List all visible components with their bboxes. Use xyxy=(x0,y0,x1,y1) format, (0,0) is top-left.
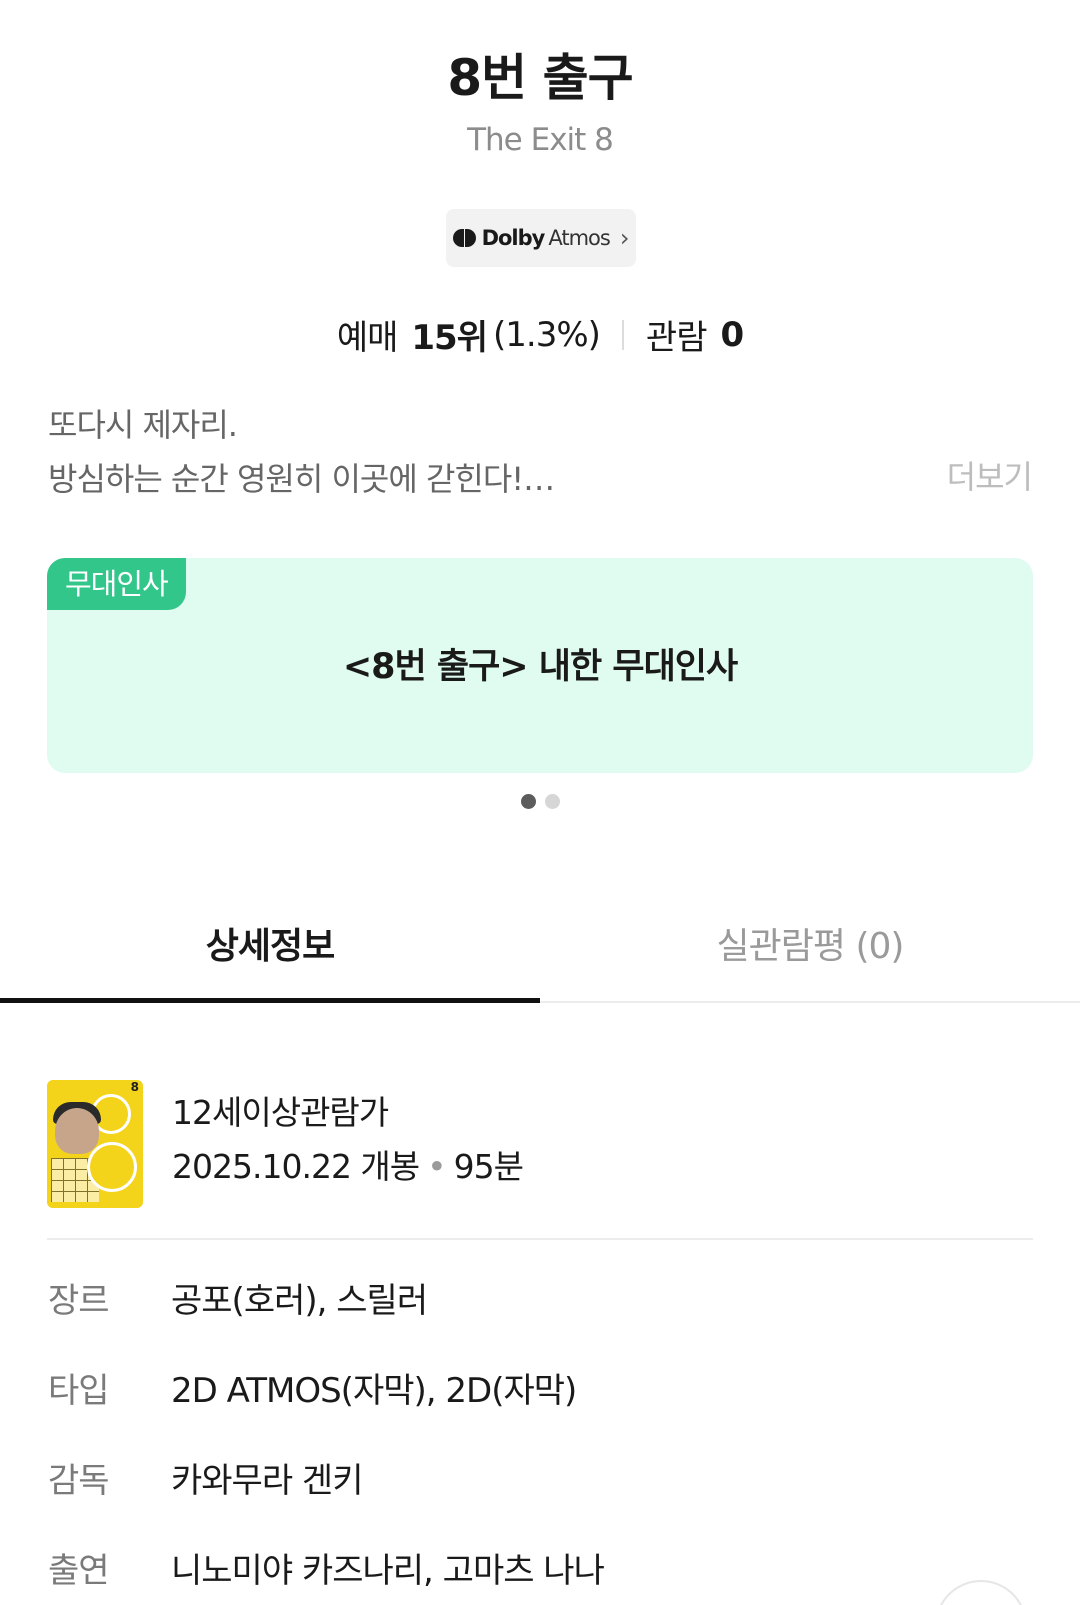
reservation-rank: 15위 xyxy=(411,318,488,358)
release-date: 2025.10.22 개봉 xyxy=(172,1147,420,1186)
banner-tag: 무대인사 xyxy=(47,558,186,610)
booking-stats: 예매 15위 (1.3%) 관람 0 xyxy=(0,310,1080,359)
separator-bullet: • xyxy=(427,1147,446,1186)
reservation-percentage: (1.3%) xyxy=(493,314,601,355)
movie-original-title: The Exit 8 xyxy=(467,122,614,158)
detail-key: 장르 xyxy=(48,1281,110,1321)
stats-divider xyxy=(621,319,624,350)
chevron-right-icon: › xyxy=(619,224,630,252)
dolby-atmos-badge[interactable]: Dolby Atmos › xyxy=(446,209,636,267)
audience-count: 0 xyxy=(720,314,744,355)
detail-row-director: 감독 카와무라 겐키 xyxy=(48,1453,1034,1543)
detail-value: 2D ATMOS(자막), 2D(자막) xyxy=(171,1371,577,1411)
carousel-indicator xyxy=(0,794,1080,809)
movie-summary: 8 12세이상관람가 2025.10.22 개봉 • 95분 xyxy=(47,1080,1033,1240)
movie-poster[interactable]: 8 xyxy=(47,1080,143,1208)
detail-value: 카와무라 겐키 xyxy=(171,1461,363,1501)
synopsis-line: 또다시 제자리. xyxy=(48,406,238,444)
tab-bar: 상세정보 실관람평 (0) xyxy=(0,895,1080,1003)
tab-details[interactable]: 상세정보 xyxy=(0,895,540,1003)
banner-title: <8번 출구> 내한 무대인사 xyxy=(342,647,738,687)
dolby-brand-label: Dolby xyxy=(481,226,546,250)
tab-reviews[interactable]: 실관람평 (0) xyxy=(540,895,1080,1001)
detail-value: 니노미야 카즈나리, 고마츠 나나 xyxy=(171,1551,605,1591)
stage-greeting-banner[interactable]: 무대인사 <8번 출구> 내한 무대인사 xyxy=(47,558,1033,773)
detail-key: 타입 xyxy=(48,1371,110,1411)
movie-title: 8번 출구 xyxy=(447,49,633,107)
audience-label: 관람 xyxy=(645,318,708,358)
synopsis: 또다시 제자리. 방심하는 순간 영원히 이곳에 갇힌다!… xyxy=(48,398,928,506)
release-info: 2025.10.22 개봉 • 95분 xyxy=(172,1140,524,1188)
carousel-dot-active[interactable] xyxy=(520,794,536,809)
dolby-logo-icon xyxy=(452,229,476,247)
dolby-product-label: Atmos xyxy=(548,226,610,250)
detail-row-type: 타입 2D ATMOS(자막), 2D(자막) xyxy=(48,1363,1034,1453)
reservation-label: 예매 xyxy=(336,318,399,358)
movie-details: 장르 공포(호러), 스릴러 타입 2D ATMOS(자막), 2D(자막) 감… xyxy=(48,1273,1034,1605)
detail-value: 공포(호러), 스릴러 xyxy=(171,1281,428,1321)
synopsis-line: 방심하는 순간 영원히 이곳에 갇힌다!… xyxy=(48,460,555,498)
carousel-dot[interactable] xyxy=(544,794,560,809)
detail-key: 출연 xyxy=(48,1551,110,1591)
detail-row-genre: 장르 공포(호러), 스릴러 xyxy=(48,1273,1034,1363)
detail-row-cast: 출연 니노미야 카즈나리, 고마츠 나나 xyxy=(48,1543,1034,1605)
age-rating: 12세이상관람가 xyxy=(172,1093,389,1132)
runtime: 95분 xyxy=(453,1147,524,1186)
detail-key: 감독 xyxy=(48,1461,110,1501)
more-button[interactable]: 더보기 xyxy=(947,452,1033,498)
